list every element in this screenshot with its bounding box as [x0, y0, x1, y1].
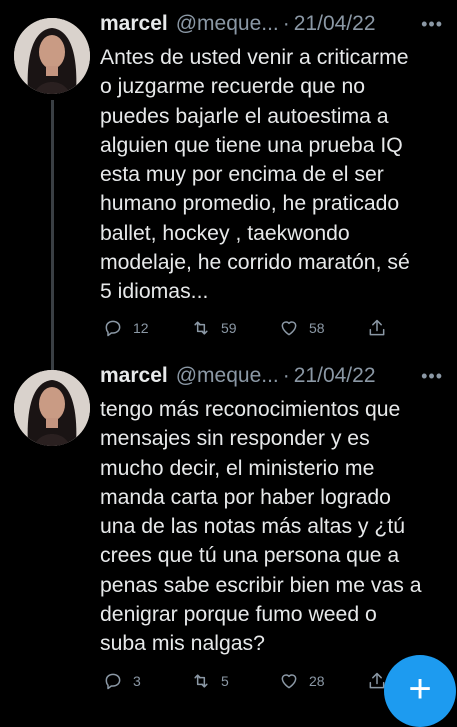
reply-count: 3: [133, 673, 141, 689]
like-button[interactable]: 28: [279, 671, 359, 691]
avatar-photo: [14, 370, 90, 446]
user-handle[interactable]: @meque...: [176, 12, 279, 36]
tweet-text: tengo más reconocimientos que mensajes s…: [100, 398, 422, 656]
like-count: 58: [309, 320, 325, 336]
more-options-icon[interactable]: •••: [421, 366, 443, 387]
compose-tweet-button[interactable]: +: [384, 655, 456, 727]
tweet[interactable]: marcel @meque... · 21/04/22 ••• tengo má…: [0, 352, 457, 700]
avatar[interactable]: [14, 18, 90, 94]
share-icon: [369, 319, 385, 336]
tweet-actions: 3 5 28: [103, 668, 413, 694]
share-button[interactable]: [367, 318, 397, 338]
like-count: 28: [309, 673, 325, 689]
more-options-icon[interactable]: •••: [421, 14, 443, 35]
avatar-photo: [14, 18, 90, 94]
tweet-actions: 12 59 58: [103, 315, 413, 341]
retweet-count: 5: [221, 673, 229, 689]
retweet-button[interactable]: 59: [191, 318, 271, 338]
compose-plus-icon: +: [408, 667, 432, 711]
display-name[interactable]: marcel: [100, 364, 168, 388]
heart-icon: [281, 321, 297, 336]
reply-button[interactable]: 12: [103, 318, 183, 338]
avatar[interactable]: [14, 370, 90, 446]
tweet-date[interactable]: 21/04/22: [294, 364, 376, 388]
tweet-date[interactable]: 21/04/22: [294, 12, 376, 36]
separator-dot: ·: [282, 364, 290, 387]
reply-icon: [105, 673, 121, 690]
tweet[interactable]: marcel @meque... · 21/04/22 ••• Antes de…: [0, 0, 457, 370]
separator-dot: ·: [282, 12, 290, 35]
reply-count: 12: [133, 320, 149, 336]
retweet-icon: [194, 674, 208, 688]
tweet-text: Antes de usted venir a criticarme o juzg…: [100, 46, 410, 304]
tweet-header: marcel @meque... · 21/04/22: [100, 364, 449, 394]
display-name[interactable]: marcel: [100, 12, 168, 36]
retweet-icon: [194, 321, 208, 335]
reply-icon: [105, 320, 121, 337]
like-button[interactable]: 58: [279, 318, 359, 338]
thread-line: [51, 100, 54, 370]
retweet-count: 59: [221, 320, 237, 336]
user-handle[interactable]: @meque...: [176, 364, 279, 388]
reply-button[interactable]: 3: [103, 671, 183, 691]
heart-icon: [281, 674, 297, 689]
retweet-button[interactable]: 5: [191, 671, 271, 691]
tweet-header: marcel @meque... · 21/04/22: [100, 12, 449, 42]
